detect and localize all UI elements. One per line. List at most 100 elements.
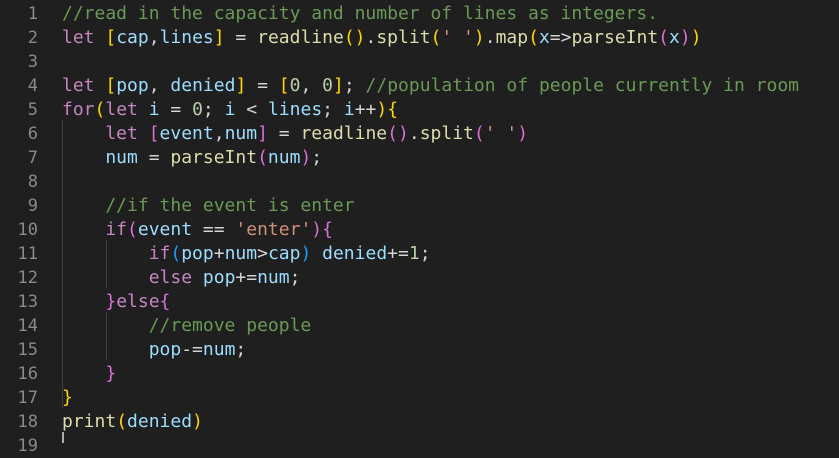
code-token: { <box>322 219 333 240</box>
code-token: i <box>148 99 160 120</box>
code-token: [ <box>105 75 117 96</box>
line-number-gutter: 1 2 3 4 5 6 7 8 9 10 11 12 13 14 15 16 17 18 19 <box>0 0 44 456</box>
code-token: //remove people <box>62 315 312 336</box>
code-line[interactable]: num = parseInt(num); <box>62 146 322 170</box>
code-token: ( <box>528 27 539 48</box>
line-number: 10 <box>17 220 38 240</box>
code-token: += <box>235 267 258 288</box>
line-number: 19 <box>17 436 38 456</box>
code-token: ; <box>322 99 344 120</box>
code-token: cap <box>267 243 301 264</box>
code-token: 0 <box>289 75 301 96</box>
code-line[interactable]: //remove people <box>62 314 312 338</box>
code-line[interactable]: }else{ <box>62 290 170 314</box>
code-token: //population of people currently in room <box>365 75 800 96</box>
code-line[interactable]: } <box>62 386 73 410</box>
code-token: lines <box>267 99 323 120</box>
code-token: ] <box>257 123 268 144</box>
code-token: . <box>484 27 496 48</box>
code-token: } <box>62 291 117 312</box>
code-token: cap <box>116 27 149 48</box>
code-token: readline <box>257 27 344 48</box>
line-number: 6 <box>27 124 38 144</box>
code-token: ) <box>517 123 529 144</box>
code-token: let <box>62 27 106 48</box>
code-token: [ <box>105 27 117 48</box>
code-token: num <box>202 339 236 360</box>
code-line[interactable]: let [cap,lines] = readline().split(' ').… <box>62 26 702 50</box>
code-line[interactable]: //read in the capacity and number of lin… <box>62 2 658 26</box>
code-token: parseInt <box>571 27 659 48</box>
code-line[interactable]: let [pop, denied] = [0, 0]; //population… <box>62 74 799 98</box>
text-cursor <box>62 432 64 443</box>
line-number: 14 <box>17 316 38 336</box>
code-token: let <box>62 75 106 96</box>
code-token: ( <box>658 27 670 48</box>
line-number: 15 <box>17 340 38 360</box>
line-number: 8 <box>27 172 38 192</box>
code-line[interactable]: else pop+=num; <box>62 266 301 290</box>
code-token: = <box>267 123 301 144</box>
code-token: ) <box>192 411 203 432</box>
code-token: 1 <box>408 243 420 264</box>
code-token: < <box>235 99 268 120</box>
code-token: = <box>159 99 193 120</box>
code-line[interactable]: if(pop+num>cap) denied+=1; <box>62 242 431 266</box>
line-number: 16 <box>17 364 38 384</box>
code-token: ) <box>311 219 323 240</box>
code-token: num <box>267 147 301 168</box>
code-token: map <box>495 27 529 48</box>
line-number: 3 <box>27 52 38 72</box>
code-token: ; <box>311 147 323 168</box>
code-area[interactable]: //read in the capacity and number of lin… <box>62 0 839 443</box>
code-line[interactable]: if(event == 'enter'){ <box>62 218 333 242</box>
code-token: ; <box>419 243 431 264</box>
code-token: readline <box>300 123 388 144</box>
code-token: ' ' <box>441 27 474 48</box>
code-token: , <box>148 27 160 48</box>
code-token: x <box>669 27 680 48</box>
code-token: () <box>343 27 366 48</box>
line-number: 2 <box>27 28 38 48</box>
code-token: ] <box>235 75 247 96</box>
code-token: = <box>246 75 279 96</box>
code-token: ( <box>430 27 442 48</box>
code-token: for <box>62 99 95 120</box>
code-editor[interactable]: 1 2 3 4 5 6 7 8 9 10 11 12 13 14 15 16 17 18 19 //read in … <box>0 0 839 456</box>
code-token: pop <box>116 75 149 96</box>
code-token: ++ <box>354 99 377 120</box>
code-line[interactable]: pop-=num; <box>62 338 247 362</box>
code-line[interactable]: print(denied) <box>62 410 203 434</box>
line-number: 13 <box>17 292 38 312</box>
code-token: ] <box>333 75 344 96</box>
code-line[interactable]: } <box>62 362 116 386</box>
code-token: ( <box>116 411 128 432</box>
line-number: 4 <box>27 76 38 96</box>
code-token: 0 <box>192 99 203 120</box>
code-token: -= <box>181 339 203 360</box>
code-token: else <box>62 267 203 288</box>
line-number: 1 <box>27 4 38 24</box>
code-token: ) <box>679 27 691 48</box>
code-token: = <box>137 147 171 168</box>
code-line[interactable]: for(let i = 0; i < lines; i++){ <box>62 98 398 122</box>
code-token: num <box>224 243 258 264</box>
code-line[interactable]: //if the event is enter <box>62 194 354 218</box>
code-token: 'enter' <box>235 219 312 240</box>
code-token: if <box>62 219 128 240</box>
code-token: let <box>105 99 149 120</box>
code-token: ) <box>473 27 485 48</box>
code-token: ] <box>213 27 225 48</box>
line-number: 18 <box>17 412 38 432</box>
code-token: pop <box>181 243 214 264</box>
code-line[interactable]: let [event,num] = readline().split(' ') <box>62 122 528 146</box>
code-token: x <box>538 27 550 48</box>
code-token: 0 <box>322 75 334 96</box>
code-token: + <box>213 243 225 264</box>
code-token: split <box>419 123 474 144</box>
code-token: ; <box>235 339 247 360</box>
code-token: ; <box>202 99 225 120</box>
code-token: else <box>116 291 160 312</box>
code-token: = <box>224 27 258 48</box>
code-token: . <box>365 27 377 48</box>
